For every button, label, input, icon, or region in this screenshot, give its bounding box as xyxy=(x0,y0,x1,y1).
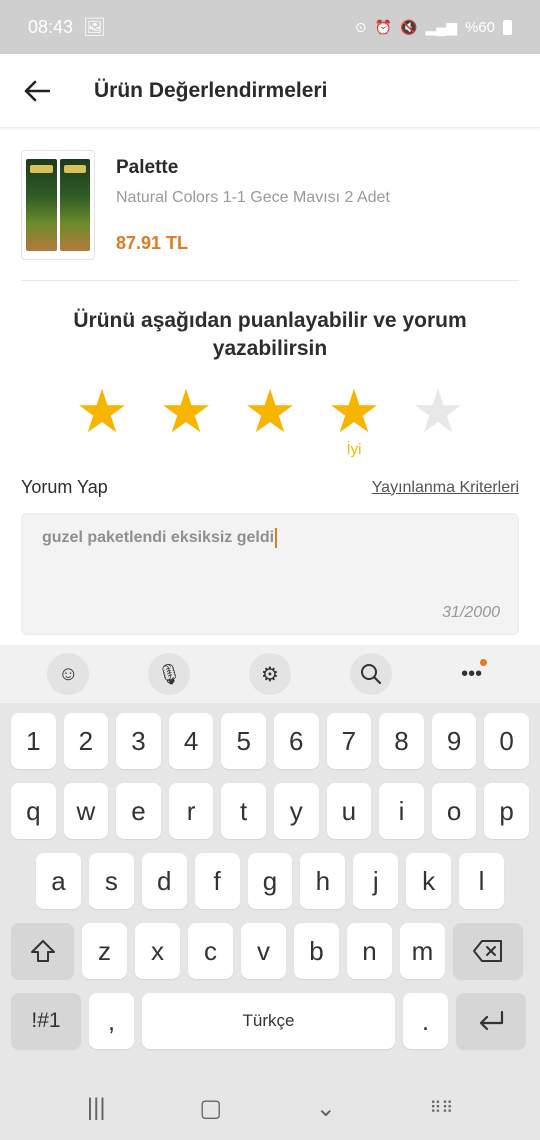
shift-key[interactable] xyxy=(11,923,74,979)
period-key[interactable]: . xyxy=(403,993,448,1049)
key-e[interactable]: e xyxy=(116,783,161,839)
rating-label: İyi xyxy=(346,441,362,458)
star-3-icon[interactable]: ★ xyxy=(243,382,297,442)
star-1-icon[interactable]: ★ xyxy=(75,382,129,442)
star-4-icon[interactable]: ★ xyxy=(327,382,381,442)
emoji-icon[interactable]: ☺ xyxy=(47,653,90,695)
status-time: 08:43 xyxy=(28,16,74,37)
keyboard-switch-icon[interactable]: ⠿⠿ xyxy=(430,1098,453,1118)
keyboard-row-numbers: 1 2 3 4 5 6 7 8 9 0 xyxy=(11,713,529,769)
key-f[interactable]: f xyxy=(194,853,240,909)
star-rating: ★ ★ ★ ★ ★ xyxy=(0,382,540,442)
key-o[interactable]: o xyxy=(431,783,477,839)
enter-key[interactable] xyxy=(456,993,526,1049)
star-5-icon[interactable]: ★ xyxy=(411,382,465,442)
key-v[interactable]: v xyxy=(241,923,286,979)
key-p[interactable]: p xyxy=(484,783,529,839)
keyboard-toolbar: ☺ 🎙 ⚙ ••• xyxy=(0,645,540,703)
key-b[interactable]: b xyxy=(294,923,339,979)
character-counter: 31/2000 xyxy=(442,604,500,621)
home-icon[interactable]: ▢ xyxy=(199,1094,222,1123)
publishing-criteria-link[interactable]: Yayınlanma Kriterleri xyxy=(372,479,519,497)
key-7[interactable]: 7 xyxy=(326,713,372,769)
product-box-right xyxy=(59,159,90,251)
more-icon[interactable]: ••• xyxy=(451,653,493,695)
symbols-key[interactable]: !#1 xyxy=(11,993,81,1049)
status-bar: 08:43 🖼 ⊙ ⏰ 🔇 ▂▄▆ %60 xyxy=(0,0,540,54)
search-icon[interactable] xyxy=(349,653,392,695)
key-s[interactable]: s xyxy=(88,853,134,909)
product-price: 87.91 TL xyxy=(116,233,189,253)
key-a[interactable]: a xyxy=(36,853,81,909)
text-caret xyxy=(275,528,278,548)
comment-textarea[interactable]: guzel paketlendi eksiksiz geldi 31/2000 xyxy=(21,513,519,635)
app-bar: Ürün Değerlendirmeleri xyxy=(0,54,540,128)
key-5[interactable]: 5 xyxy=(221,713,266,769)
key-1[interactable]: 1 xyxy=(11,713,56,769)
comment-title: Yorum Yap xyxy=(21,477,108,497)
battery-icon xyxy=(503,19,512,35)
key-u[interactable]: u xyxy=(326,783,372,839)
key-d[interactable]: d xyxy=(141,853,187,909)
key-w[interactable]: w xyxy=(63,783,109,839)
backspace-icon xyxy=(473,940,502,962)
key-j[interactable]: j xyxy=(353,853,399,909)
key-y[interactable]: y xyxy=(273,783,319,839)
comma-key[interactable]: , xyxy=(89,993,134,1049)
keyboard-row-top: q w e r t y u i o p xyxy=(11,783,529,839)
product-name: Natural Colors 1-1 Gece Mavısı 2 Adet xyxy=(116,189,390,206)
key-z[interactable]: z xyxy=(82,923,127,979)
key-n[interactable]: n xyxy=(347,923,392,979)
key-9[interactable]: 9 xyxy=(431,713,477,769)
notification-dot xyxy=(479,659,487,666)
navigation-bar: ||| ▢ ⌄ ⠿⠿ xyxy=(0,1076,540,1140)
key-i[interactable]: i xyxy=(379,783,424,839)
key-q[interactable]: q xyxy=(11,783,56,839)
shift-icon xyxy=(30,940,55,962)
page-title: Ürün Değerlendirmeleri xyxy=(94,78,328,102)
key-g[interactable]: g xyxy=(247,853,293,909)
star-2-icon[interactable]: ★ xyxy=(159,382,213,442)
key-r[interactable]: r xyxy=(168,783,214,839)
nfc-icon: ⊙ xyxy=(354,18,367,35)
key-x[interactable]: x xyxy=(135,923,180,979)
gallery-icon: 🖼 xyxy=(83,16,106,37)
backspace-key[interactable] xyxy=(453,923,523,979)
keyboard-row-middle: a s d f g h j k l xyxy=(11,853,529,909)
key-0[interactable]: 0 xyxy=(484,713,529,769)
mic-icon[interactable]: 🎙 xyxy=(148,653,191,695)
key-3[interactable]: 3 xyxy=(116,713,161,769)
product-brand: Palette xyxy=(116,157,179,178)
key-2[interactable]: 2 xyxy=(63,713,109,769)
rating-prompt: Ürünü aşağıdan puanlayabilir ve yorum ya… xyxy=(73,309,467,360)
product-image xyxy=(21,150,95,260)
recent-apps-icon[interactable]: ||| xyxy=(87,1094,106,1122)
keyboard-row-space: !#1 , Türkçe . xyxy=(11,993,529,1049)
alarm-icon: ⏰ xyxy=(374,18,393,35)
key-6[interactable]: 6 xyxy=(273,713,319,769)
space-key[interactable]: Türkçe xyxy=(142,993,395,1049)
key-8[interactable]: 8 xyxy=(379,713,424,769)
key-c[interactable]: c xyxy=(188,923,233,979)
key-l[interactable]: l xyxy=(459,853,505,909)
back-arrow-icon[interactable] xyxy=(22,76,52,106)
keyboard: ☺ 🎙 ⚙ ••• 1 2 3 4 5 6 7 8 9 0 q w e r t … xyxy=(0,645,540,1140)
hide-keyboard-icon[interactable]: ⌄ xyxy=(316,1094,336,1123)
key-h[interactable]: h xyxy=(300,853,346,909)
key-t[interactable]: t xyxy=(221,783,266,839)
key-m[interactable]: m xyxy=(400,923,445,979)
signal-icon: ▂▄▆ xyxy=(425,18,457,35)
settings-icon[interactable]: ⚙ xyxy=(248,653,291,695)
key-k[interactable]: k xyxy=(406,853,452,909)
product-box-left xyxy=(26,159,57,251)
product-card: Palette Natural Colors 1-1 Gece Mavısı 2… xyxy=(21,128,519,281)
comment-text: guzel paketlendi eksiksiz geldi xyxy=(42,529,275,547)
enter-icon xyxy=(479,1010,504,1031)
keyboard-row-bottom: z x c v b n m xyxy=(11,923,529,979)
key-4[interactable]: 4 xyxy=(168,713,214,769)
mute-icon: 🔇 xyxy=(400,18,418,35)
battery-text: %60 xyxy=(464,18,495,36)
